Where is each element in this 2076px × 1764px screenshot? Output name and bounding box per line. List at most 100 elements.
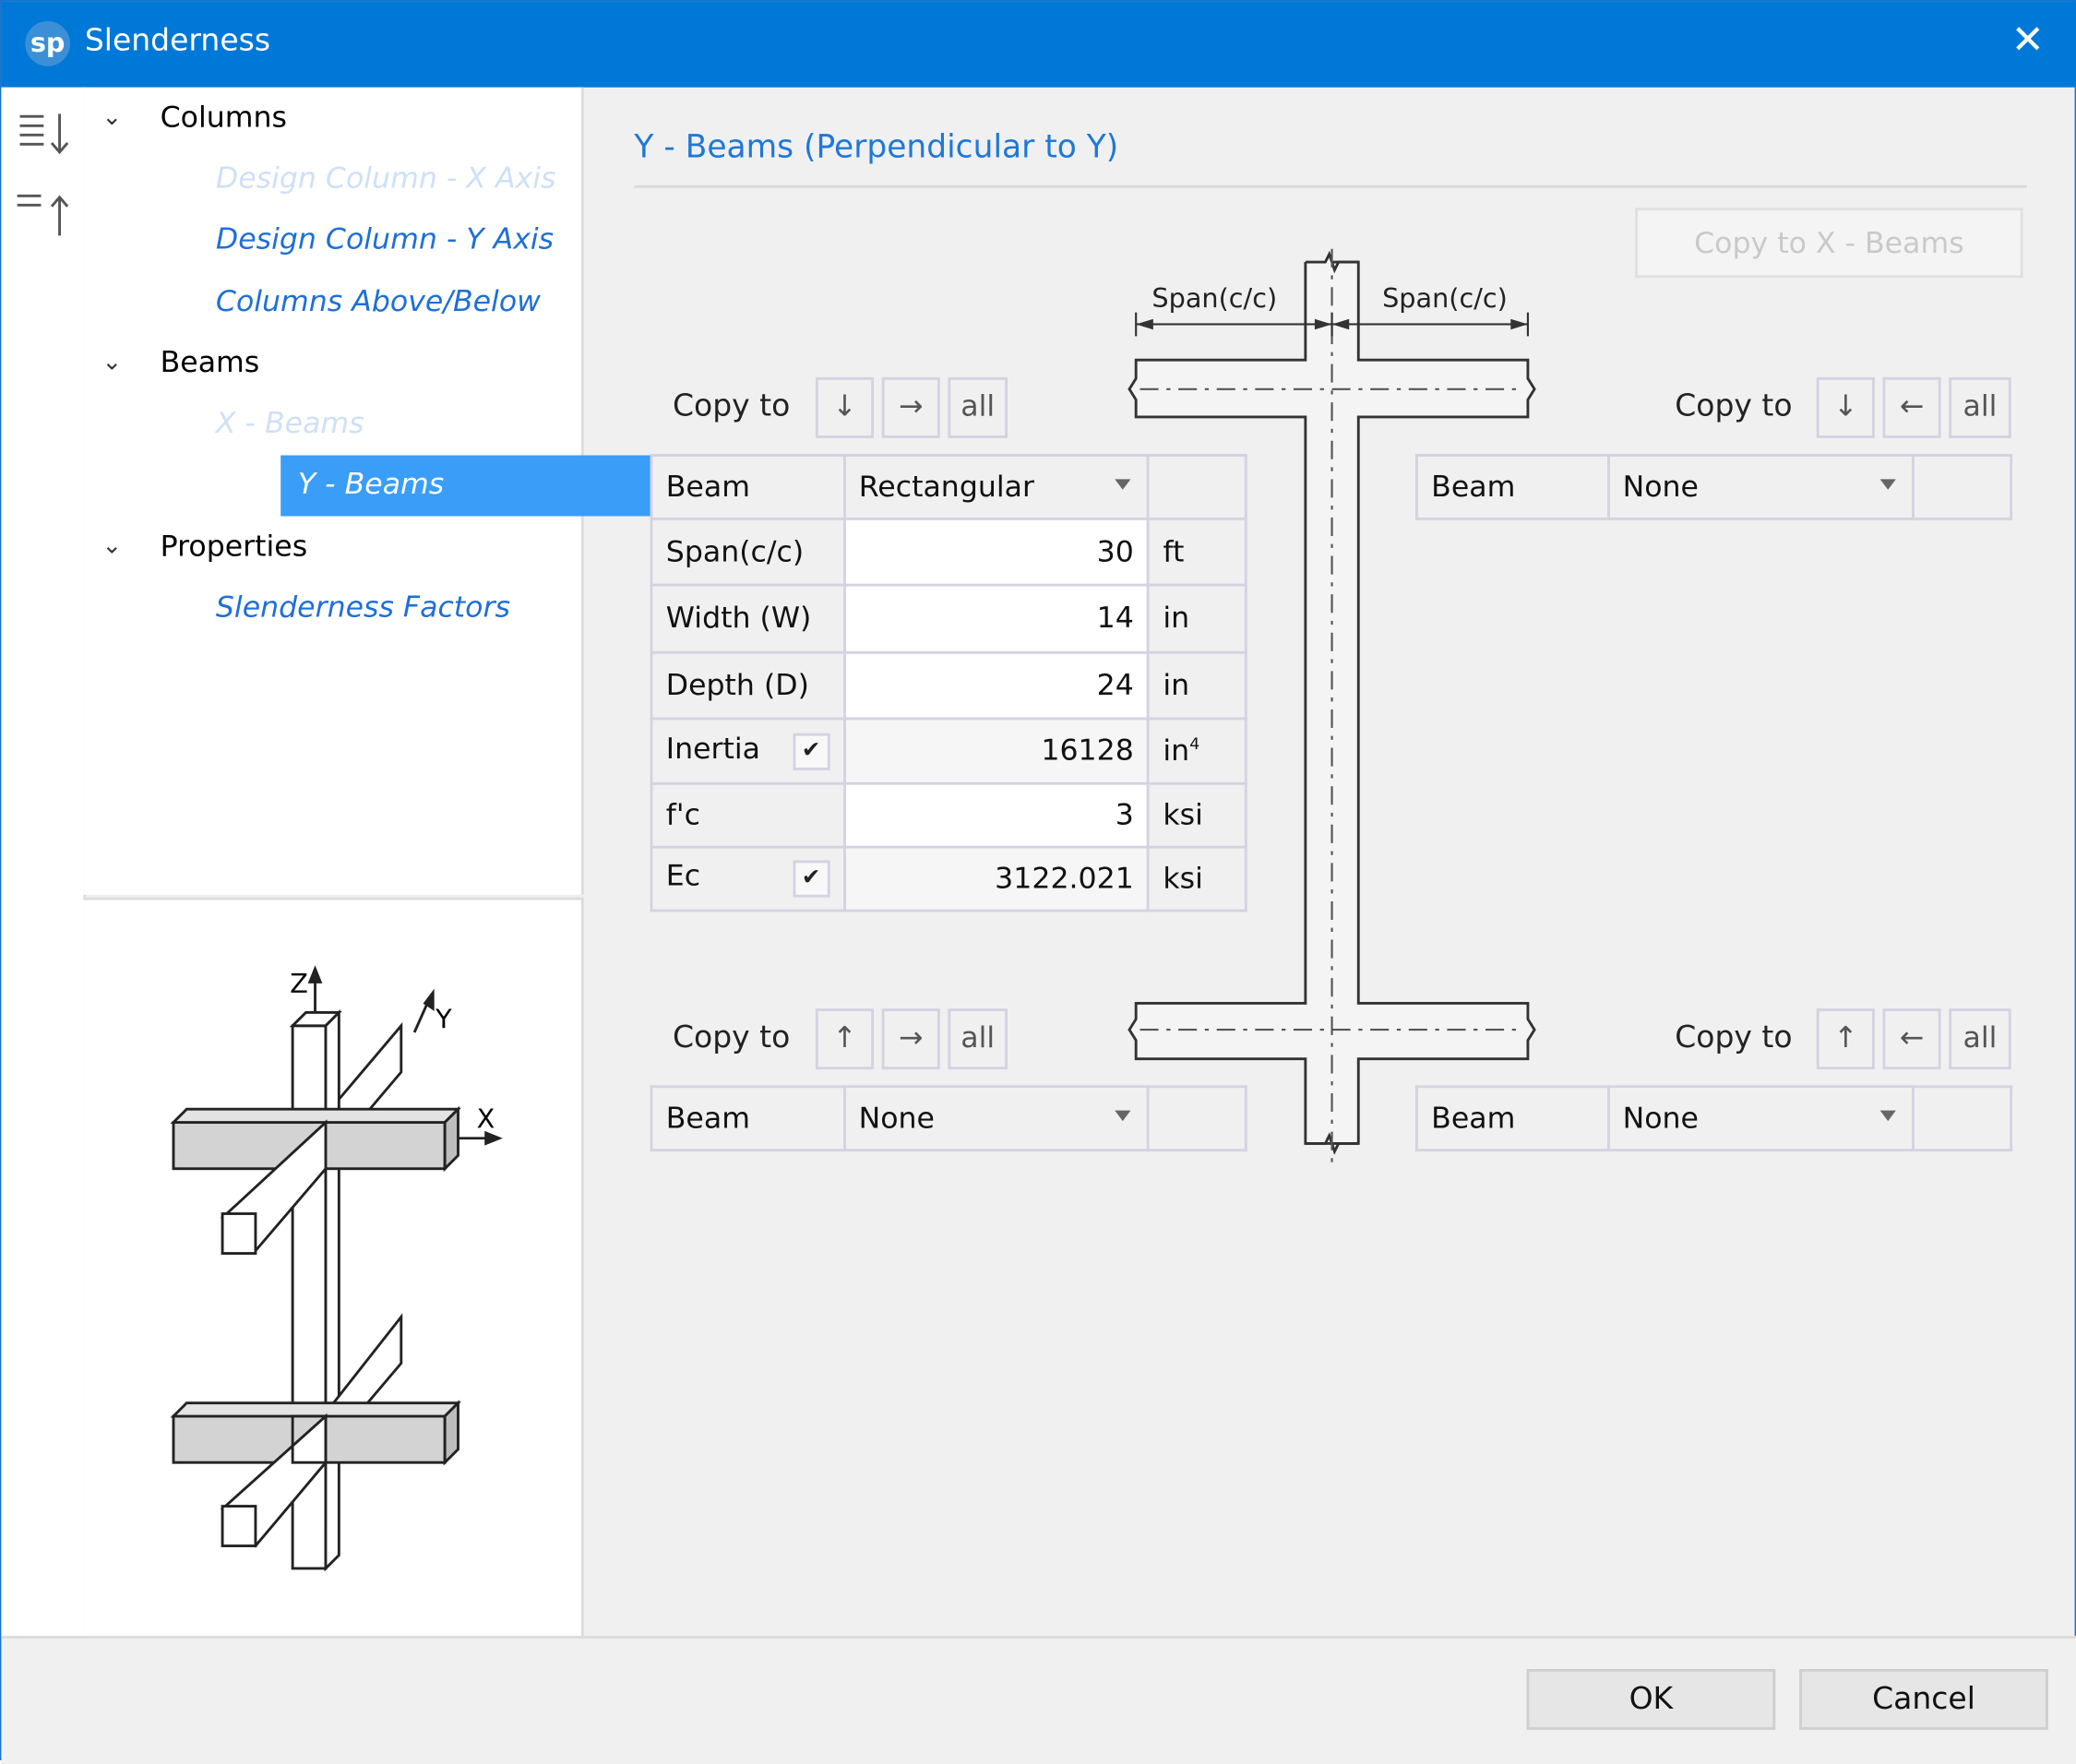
table-row: Beam Rectangular [650,454,1247,520]
copy-to-x-beams-button[interactable]: Copy to X - Beams [1635,208,2023,279]
chevron-down-icon[interactable]: ⌄ [101,103,122,131]
row-label: Width (W) [650,583,846,654]
beam-label: Beam [1414,454,1610,520]
copy-left-button[interactable]: ← [1882,376,1941,438]
empty-cell [1147,454,1247,520]
copy-right-button[interactable]: → [881,376,940,438]
axis-x-label: X [477,1102,495,1134]
width-input[interactable]: 14 [842,583,1151,654]
close-icon[interactable]: ✕ [2011,18,2045,66]
copy-left-button[interactable]: ← [1882,1008,1941,1070]
fc-input[interactable]: 3 [842,781,1151,849]
ec-auto-checkbox[interactable]: ✔ [793,860,830,898]
depth-input[interactable]: 24 [842,650,1151,721]
span-left-label: Span(c/c) [1151,282,1277,314]
tree-item-columns-above-below[interactable]: Columns Above/Below [216,286,541,319]
table-row: Depth (D) 24 in [650,650,1247,721]
copy-all-button[interactable]: all [1949,1008,2011,1070]
tree-group-columns[interactable]: Columns [161,101,287,135]
empty-cell [1912,1085,2013,1152]
span-right-label: Span(c/c) [1382,282,1508,314]
copy-down-button[interactable]: ↓ [1816,376,1875,438]
span-input[interactable]: 30 [842,517,1151,587]
copy-to-label: Copy to [1675,388,1793,424]
table-row: f'c 3 ksi [650,781,1247,849]
row-label-cell: Ec ✔ [650,845,846,912]
app-logo-icon: sp [25,20,71,66]
tree-item-y-beams[interactable]: Y - Beams [280,455,663,517]
beam-properties-table: Beam Rectangular Span(c/c) 30 ft Width (… [650,454,1247,912]
row-label: Inertia [665,733,760,766]
beam-type-select[interactable]: None [842,1085,1151,1152]
beam-type-select[interactable]: None [1606,1085,1915,1152]
copy-to-label: Copy to [672,1020,791,1055]
beam-type-value: Rectangular [858,470,1034,504]
tree-group-beams[interactable]: Beams [161,347,260,380]
copy-all-button[interactable]: all [948,376,1008,438]
copy-all-button[interactable]: all [1949,376,2011,438]
empty-cell [1147,1085,1247,1152]
beam-type-select[interactable]: Rectangular [842,454,1151,520]
expand-all-icon[interactable] [18,112,73,160]
copy-up-button[interactable]: ↑ [815,1008,875,1070]
beam-label: Beam [1414,1085,1610,1152]
beam-table-top-right: Beam None [1414,454,2013,520]
title-bar: sp Slenderness ✕ [1,1,2076,88]
table-row: Beam None [1414,1085,2013,1152]
heading-divider [634,185,2027,188]
unit-label-cell: in4 [1147,717,1247,785]
tree-toolstrip [1,87,87,1637]
copy-right-button[interactable]: → [881,1008,940,1070]
table-row: Width (W) 14 in [650,583,1247,654]
axis-y-label: Y [435,1004,452,1035]
navigation-tree: ⌄ Columns Design Column - X Axis Design … [83,87,663,895]
row-label: Depth (D) [650,650,846,721]
table-row: Span(c/c) 30 ft [650,517,1247,587]
dropdown-arrow-icon [1880,479,1897,490]
inertia-value: 16128 [842,717,1151,785]
copy-all-button[interactable]: all [948,1008,1008,1070]
row-label: Ec [665,860,701,894]
dropdown-arrow-icon [1115,1110,1131,1122]
frame-illustration-panel: Z Y X [83,897,584,1639]
cancel-button[interactable]: Cancel [1799,1669,2048,1731]
section-heading: Y - Beams (Perpendicular to Y) [634,128,1119,166]
beam-label: Beam [650,1085,846,1152]
unit-label: in [1163,734,1190,769]
unit-label: in [1147,650,1247,721]
beam-type-value: None [1622,470,1699,504]
unit-label: in [1147,583,1247,654]
tree-item-design-column-x: Design Column - X Axis [215,162,556,197]
table-row: Inertia ✔ 16128 in4 [650,717,1247,785]
chevron-down-icon[interactable]: ⌄ [101,532,122,560]
row-label: f'c [650,781,846,849]
tree-item-design-column-y[interactable]: Design Column - Y Axis [216,223,554,256]
tree-item-slenderness-factors[interactable]: Slenderness Factors [216,591,510,625]
collapse-all-icon[interactable] [15,191,73,239]
beam-table-bottom-right: Beam None [1414,1085,2013,1152]
chevron-down-icon[interactable]: ⌄ [101,348,122,375]
beam-label: Beam [650,454,846,520]
copy-to-label: Copy to [672,388,791,424]
copy-down-button[interactable]: ↓ [815,376,875,438]
empty-cell [1912,454,2013,520]
dropdown-arrow-icon [1115,479,1131,490]
ok-button[interactable]: OK [1526,1669,1776,1731]
copy-to-label: Copy to [1675,1020,1793,1055]
unit-label: ft [1147,517,1247,587]
tree-group-properties[interactable]: Properties [161,530,308,564]
table-row: Beam None [1414,454,2013,520]
beam-type-select[interactable]: None [1606,454,1915,520]
row-label: Span(c/c) [650,517,846,587]
dropdown-arrow-icon [1880,1110,1897,1122]
unit-superscript: 4 [1189,733,1200,754]
isometric-frame-illustration: Z Y X [170,965,503,1572]
row-label-cell: Inertia ✔ [650,717,846,785]
beam-table-bottom-left: Beam None [650,1085,1247,1152]
beam-type-value: None [1622,1102,1699,1136]
inertia-auto-checkbox[interactable]: ✔ [793,733,830,770]
tree-item-x-beams: X - Beams [215,407,364,441]
ec-value: 3122.021 [842,845,1151,912]
beam-type-value: None [858,1102,935,1136]
copy-up-button[interactable]: ↑ [1816,1008,1875,1070]
